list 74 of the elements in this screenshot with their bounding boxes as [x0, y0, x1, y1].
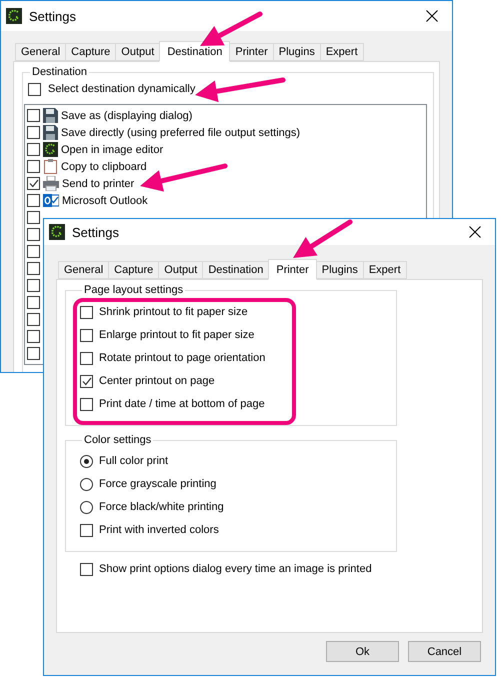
- checkbox-label: Rotate printout to page orientation: [99, 352, 266, 364]
- list-item-label: Open in image editor: [61, 144, 164, 156]
- checkbox-label: Show print options dialog every time an image is printed: [99, 563, 372, 575]
- tab[interactable]: Capture: [108, 261, 160, 279]
- tab[interactable]: Output: [158, 261, 204, 279]
- tab[interactable]: Capture: [65, 43, 116, 61]
- tab[interactable]: Output: [115, 43, 160, 61]
- checkbox-label: Enlarge printout to fit paper size: [99, 329, 254, 341]
- window-title: Settings: [29, 8, 77, 24]
- app-logo-icon: [6, 8, 22, 24]
- window-title: Settings: [72, 224, 120, 240]
- printer-icon: [43, 176, 59, 191]
- annotation-arrow: [293, 220, 352, 258]
- tab[interactable]: Destination: [159, 41, 230, 62]
- checkbox[interactable]: [27, 211, 40, 224]
- checkbox[interactable]: [80, 352, 93, 364]
- group-label: Page layout settings: [83, 284, 184, 296]
- checkbox[interactable]: [27, 279, 40, 292]
- annotation-arrow: [200, 12, 262, 46]
- tab[interactable]: Printer: [268, 259, 317, 280]
- checkbox[interactable]: [27, 194, 40, 207]
- checkbox[interactable]: [27, 109, 40, 122]
- checkbox[interactable]: [27, 160, 40, 173]
- close-icon[interactable]: [426, 10, 438, 22]
- checkbox[interactable]: [28, 82, 41, 96]
- tab[interactable]: Plugins: [272, 43, 321, 61]
- radio-label: Force grayscale printing: [99, 478, 216, 490]
- list-item-label: Save directly (using preferred file output settings): [61, 126, 300, 138]
- checkbox[interactable]: [27, 177, 40, 190]
- checkbox[interactable]: [27, 126, 40, 139]
- group-label: Color settings: [83, 434, 152, 446]
- dialog-button[interactable]: Ok: [326, 641, 399, 662]
- checkbox-label: Center printout on page: [99, 375, 215, 387]
- tab[interactable]: Expert: [362, 261, 407, 279]
- checkbox[interactable]: [80, 398, 93, 410]
- checkbox[interactable]: [27, 228, 40, 241]
- checkbox[interactable]: [80, 524, 93, 536]
- tab[interactable]: Destination: [202, 261, 270, 279]
- checkbox[interactable]: [27, 296, 40, 309]
- tab[interactable]: Plugins: [316, 261, 364, 279]
- checkbox[interactable]: [27, 330, 40, 343]
- checkbox-label: Print date / time at bottom of page: [99, 398, 265, 410]
- tab[interactable]: Printer: [229, 43, 274, 61]
- checkbox[interactable]: [27, 347, 40, 360]
- app-logo-icon: [49, 224, 65, 240]
- tab[interactable]: General: [58, 261, 110, 279]
- radio-label: Force black/white printing: [99, 501, 224, 513]
- checkbox[interactable]: [27, 262, 40, 275]
- checkbox[interactable]: [80, 328, 93, 342]
- checkbox-label: Shrink printout to fit paper size: [99, 306, 248, 318]
- radio-button[interactable]: [80, 454, 93, 468]
- radio-label: Full color print: [99, 455, 168, 467]
- checkbox[interactable]: [80, 306, 93, 318]
- radio-button[interactable]: [80, 478, 93, 490]
- list-item-label: Copy to clipboard: [61, 160, 147, 172]
- dialog-button[interactable]: Cancel: [408, 641, 481, 662]
- checkbox[interactable]: [27, 143, 40, 156]
- list-item-label: Send to printer: [62, 178, 134, 190]
- list-item-label: Save as (displaying dialog): [61, 110, 192, 122]
- checkbox-label: Select destination dynamically: [48, 83, 196, 95]
- checkbox[interactable]: [80, 374, 93, 388]
- clipboard-icon: [43, 159, 58, 174]
- radio-button[interactable]: [80, 500, 93, 514]
- checkbox[interactable]: [27, 245, 40, 258]
- checkbox-label: Print with inverted colors: [99, 524, 219, 536]
- tab[interactable]: Expert: [320, 43, 364, 61]
- tab[interactable]: General: [15, 43, 66, 61]
- list-item-label: Microsoft Outlook: [62, 194, 148, 206]
- app-logo-icon: [43, 142, 58, 157]
- close-icon[interactable]: [469, 226, 481, 238]
- checkbox[interactable]: [80, 562, 93, 576]
- group-label: Destination: [31, 66, 88, 78]
- mail-app-icon: [43, 193, 59, 208]
- checkbox[interactable]: [27, 313, 40, 326]
